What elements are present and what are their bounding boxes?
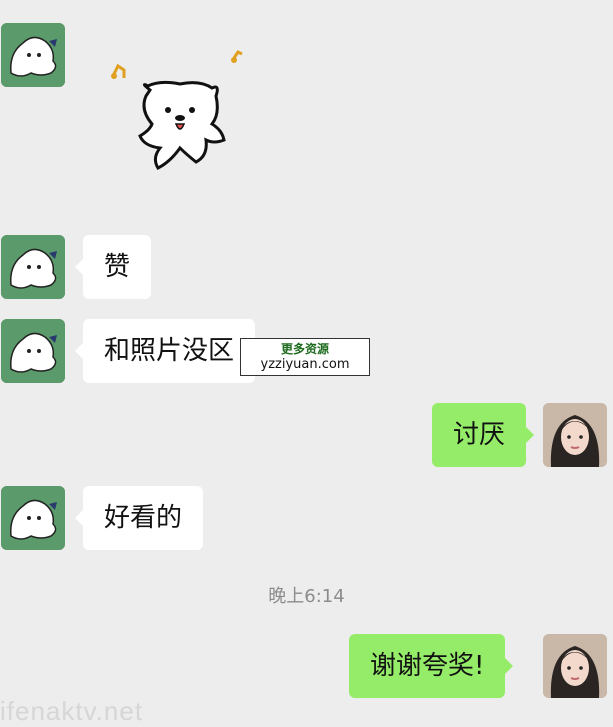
portrait-avatar-icon: [543, 634, 607, 698]
bottom-watermark: ifenaktv.net: [0, 696, 144, 726]
friend-avatar[interactable]: [1, 235, 65, 299]
watermark-line1: 更多资源: [280, 342, 329, 356]
my-avatar[interactable]: [543, 403, 607, 467]
friend-avatar[interactable]: [1, 319, 65, 383]
portrait-avatar-icon: [543, 403, 607, 467]
message-bubble[interactable]: 和照片没区: [74, 319, 256, 383]
timestamp: 晚上6:14: [268, 586, 345, 607]
watermark-box: 更多资源 yzziyuan.com: [240, 338, 370, 376]
watermark-line2: yzziyuan.com: [260, 357, 350, 372]
message-bubble-outgoing[interactable]: 讨厌: [432, 403, 535, 467]
message-bubble[interactable]: 好看的: [74, 486, 204, 550]
ghost-avatar-icon: [1, 23, 65, 87]
ghost-avatar-icon: [1, 235, 65, 299]
dancing-bear-sticker[interactable]: [100, 44, 260, 184]
message-bubble[interactable]: 赞: [74, 235, 152, 299]
friend-avatar[interactable]: [1, 486, 65, 550]
ghost-avatar-icon: [1, 319, 65, 383]
my-avatar[interactable]: [543, 634, 607, 698]
message-bubble-outgoing[interactable]: 谢谢夸奖!: [349, 634, 514, 698]
friend-avatar[interactable]: [1, 23, 65, 87]
ghost-avatar-icon: [1, 486, 65, 550]
